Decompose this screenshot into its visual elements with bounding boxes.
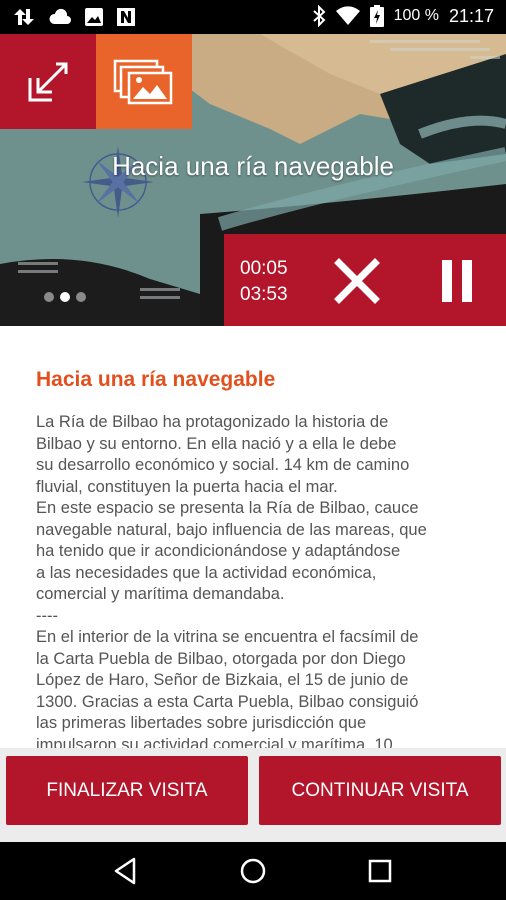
back-triangle-icon[interactable]: [110, 855, 142, 887]
pause-icon[interactable]: [442, 260, 472, 302]
finish-visit-button[interactable]: FINALIZAR VISITA: [6, 756, 248, 825]
close-icon[interactable]: [334, 258, 380, 304]
carousel-dot-active[interactable]: [60, 292, 70, 302]
expand-button[interactable]: [0, 34, 96, 129]
image-gallery-icon: [113, 59, 173, 104]
bluetooth-icon: [312, 5, 326, 27]
content-body: La Ría de Bilbao ha protagonizado la his…: [36, 413, 427, 748]
continue-visit-button[interactable]: CONTINUAR VISITA: [259, 756, 501, 825]
n-app-icon: [117, 8, 135, 26]
recents-square-icon[interactable]: [364, 855, 396, 887]
battery-percentage: 100 %: [393, 7, 439, 24]
status-bar: 100 % 21:17: [0, 0, 506, 34]
carousel-dot[interactable]: [44, 292, 54, 302]
hero-title: Hacia una ría navegable: [112, 151, 394, 181]
expand-arrow-icon: [28, 62, 68, 101]
clock: 21:17: [448, 5, 494, 26]
carousel-indicator: [44, 292, 86, 302]
navigation-bar: [0, 842, 506, 900]
home-circle-icon[interactable]: [237, 855, 269, 887]
action-bar: FINALIZAR VISITA CONTINUAR VISITA: [0, 748, 506, 842]
audio-elapsed: 00:05: [240, 258, 288, 279]
gallery-button[interactable]: [96, 34, 192, 129]
cellular-arrows-icon: [14, 9, 34, 25]
image-icon: [85, 8, 103, 26]
audio-player: 00:05 03:53: [224, 234, 506, 326]
wifi-icon: [335, 6, 360, 26]
content-panel[interactable]: Hacia una ría navegable La Ría de Bilbao…: [0, 326, 506, 748]
content-title: Hacia una ría navegable: [36, 368, 276, 391]
hero-image[interactable]: Hacia una ría navegable 00:05 03:53: [0, 34, 506, 326]
audio-total: 03:53: [240, 284, 288, 305]
carousel-dot[interactable]: [76, 292, 86, 302]
audio-times: 00:05 03:53: [240, 256, 288, 308]
cloud-icon: [49, 8, 71, 24]
battery-icon: [369, 5, 384, 27]
